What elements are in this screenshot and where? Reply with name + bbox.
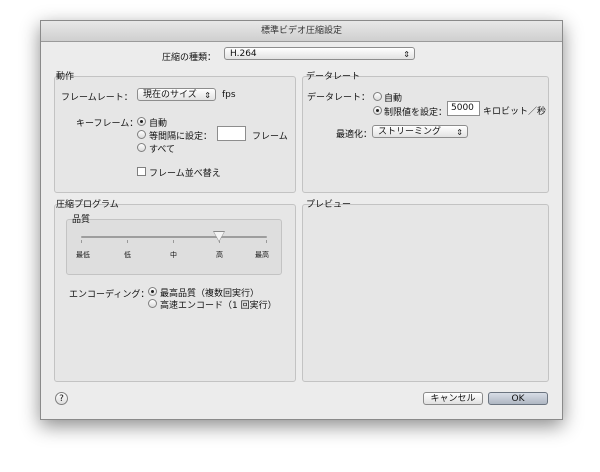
keyframe-auto-label: 自動 [149, 119, 168, 129]
encoding-best-radio[interactable] [148, 287, 157, 296]
compressor-group-title: 圧縮プログラム [56, 200, 119, 210]
encoding-fast-radio[interactable] [148, 299, 157, 308]
quality-group-title: 品質 [72, 215, 91, 225]
compression-type-value: H.264 [230, 49, 257, 59]
quality-tick [266, 240, 267, 243]
optimize-value: ストリーミング [378, 127, 442, 137]
quality-tick-label: 最低 [76, 251, 90, 259]
framerate-popup[interactable]: 現在のサイズ ⇕ [137, 88, 216, 101]
keyframe-all-label: すべて [149, 145, 176, 155]
datarate-limit-input[interactable]: 5000 [447, 101, 480, 116]
popup-arrows-icon: ⇕ [204, 91, 211, 100]
keyframe-label: キーフレーム： [76, 119, 139, 129]
frame-reorder-label: フレーム並べ替え [149, 169, 221, 179]
preview-group [302, 204, 549, 382]
keyframe-interval-input[interactable] [217, 126, 246, 141]
quality-tick-label: 最高 [255, 251, 269, 259]
popup-arrows-icon: ⇕ [403, 50, 410, 59]
datarate-auto-label: 自動 [384, 94, 403, 104]
datarate-auto-radio[interactable] [373, 92, 382, 101]
popup-arrows-icon: ⇕ [456, 128, 463, 137]
compression-type-label: 圧縮の種類： [162, 53, 217, 63]
keyframe-all-radio[interactable] [137, 143, 146, 152]
compression-type-popup[interactable]: H.264 ⇕ [224, 47, 415, 60]
window-title: 標準ビデオ圧縮設定 [41, 21, 562, 42]
preview-group-title: プレビュー [306, 200, 352, 210]
datarate-limit-radio[interactable] [373, 106, 382, 115]
datarate-label: データレート： [307, 93, 371, 103]
keyframe-interval-label: 等間隔に設定： [149, 132, 213, 142]
keyframe-auto-radio[interactable] [137, 117, 146, 126]
quality-slider-knob[interactable] [214, 232, 224, 241]
quality-tick-label: 高 [216, 251, 223, 259]
frame-reorder-checkbox[interactable] [137, 167, 146, 176]
ok-button[interactable]: OK [488, 392, 548, 405]
quality-group [66, 219, 282, 275]
help-button[interactable]: ? [55, 392, 68, 405]
compression-settings-window: 標準ビデオ圧縮設定 圧縮の種類： H.264 ⇕ 動作 フレームレート： 現在の… [40, 20, 563, 420]
encoding-label: エンコーディング： [69, 290, 150, 300]
quality-tick-label: 中 [170, 251, 177, 259]
datarate-limit-label: 制限値を設定： [384, 108, 448, 118]
cancel-button[interactable]: キャンセル [423, 392, 483, 405]
encoding-fast-label: 高速エンコード（1 回実行） [160, 301, 277, 311]
datarate-group-title: データレート [306, 72, 361, 82]
optimize-label: 最適化： [336, 130, 373, 140]
framerate-unit: fps [222, 90, 236, 100]
optimize-popup[interactable]: ストリーミング ⇕ [372, 125, 468, 138]
quality-tick [173, 240, 174, 243]
framerate-value: 現在のサイズ [143, 90, 197, 100]
framerate-label: フレームレート： [61, 93, 133, 103]
keyframe-interval-radio[interactable] [137, 130, 146, 139]
quality-tick-label: 低 [124, 251, 131, 259]
quality-slider-track[interactable] [81, 236, 267, 238]
quality-tick [127, 240, 128, 243]
motion-group-title: 動作 [56, 72, 75, 82]
keyframe-interval-unit: フレーム [252, 132, 288, 142]
quality-tick [81, 240, 82, 243]
datarate-unit: キロビット／秒 [483, 107, 547, 117]
